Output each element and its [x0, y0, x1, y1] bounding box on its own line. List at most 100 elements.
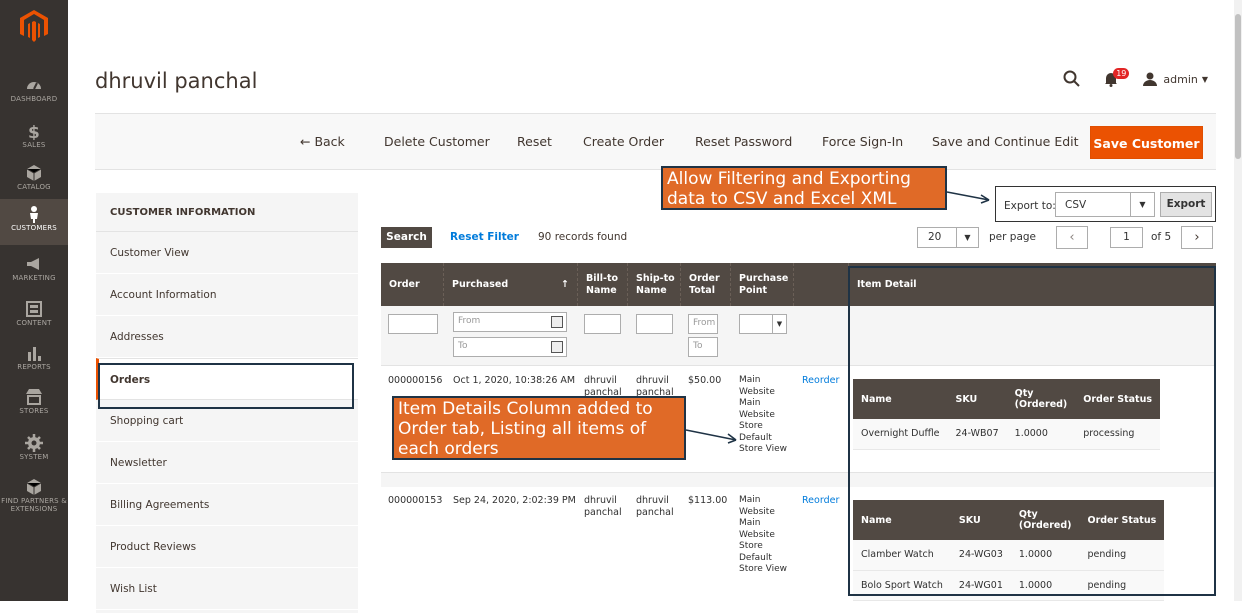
- create-order-button[interactable]: Create Order: [583, 134, 664, 149]
- tab-addresses[interactable]: Addresses: [96, 316, 358, 358]
- reorder-link[interactable]: Reorder: [802, 375, 839, 387]
- row-spacer: [381, 473, 1216, 487]
- column-purchase-point[interactable]: Purchase Point: [731, 263, 794, 306]
- reset-password-button[interactable]: Reset Password: [695, 134, 792, 149]
- nav-stores[interactable]: STORES: [0, 382, 68, 428]
- nav-label: FIND PARTNERS & EXTENSIONS: [1, 497, 67, 513]
- chevron-down-icon: ▼: [1201, 74, 1208, 84]
- reset-button[interactable]: Reset: [517, 134, 552, 149]
- purchase-point: Main Website Main Website Store Default …: [739, 375, 788, 454]
- item-sku: 24-WG01: [950, 570, 1011, 601]
- force-signin-button[interactable]: Force Sign-In: [822, 134, 903, 149]
- nav-content[interactable]: CONTENT: [0, 294, 68, 340]
- notifications-button[interactable]: 19: [1103, 67, 1130, 87]
- detail-col-qty: Qty (Ordered): [1014, 388, 1068, 410]
- nav-reports[interactable]: REPORTS: [0, 338, 68, 384]
- item-name: Clamber Watch: [853, 540, 951, 571]
- nav-customers[interactable]: CUSTOMERS: [0, 199, 68, 245]
- nav-partners[interactable]: FIND PARTNERS & EXTENSIONS: [0, 472, 68, 522]
- search-icon[interactable]: [1063, 70, 1081, 88]
- magento-logo-icon[interactable]: [20, 10, 48, 42]
- previous-page-button[interactable]: ‹: [1056, 226, 1088, 249]
- detail-col-qty: Qty (Ordered): [1018, 509, 1072, 531]
- tab-account-information[interactable]: Account Information: [96, 274, 358, 316]
- column-ship-to[interactable]: Ship-to Name: [628, 263, 681, 306]
- page-title: dhruvil panchal: [95, 69, 258, 93]
- nav-system[interactable]: SYSTEM: [0, 428, 68, 474]
- nav-label: CUSTOMERS: [11, 224, 57, 232]
- save-customer-button[interactable]: Save Customer: [1090, 126, 1203, 159]
- header-tools: 19 admin ▼: [1063, 67, 1208, 88]
- dollar-icon: $: [28, 123, 40, 140]
- delete-customer-button[interactable]: Delete Customer: [384, 134, 490, 149]
- column-action: [794, 263, 849, 306]
- ship-to-filter-input[interactable]: [636, 314, 673, 334]
- tab-customer-view[interactable]: Customer View: [96, 232, 358, 274]
- reset-filter-link[interactable]: Reset Filter: [450, 231, 519, 243]
- chevron-right-icon: ›: [1194, 230, 1200, 245]
- search-button[interactable]: Search: [381, 227, 432, 248]
- item-qty: 1.0000: [1006, 419, 1076, 450]
- bill-to-filter-input[interactable]: [584, 314, 621, 334]
- tab-billing-agreements[interactable]: Billing Agreements: [96, 484, 358, 526]
- purchased-from-input[interactable]: From: [453, 312, 567, 332]
- ship-to-name: dhruvil panchal: [636, 495, 674, 518]
- to-placeholder: To: [458, 341, 468, 351]
- callout-arrow-icon: [685, 429, 737, 444]
- scrollbar-thumb[interactable]: [1235, 14, 1241, 159]
- column-purchased[interactable]: Purchased ↑: [444, 263, 578, 306]
- nav-marketing[interactable]: MARKETING: [0, 249, 68, 295]
- calendar-icon[interactable]: [551, 316, 563, 328]
- item-sku: 24-WB07: [947, 419, 1007, 450]
- page-number-input[interactable]: 1: [1110, 227, 1143, 248]
- chevron-left-icon: ‹: [1069, 230, 1075, 245]
- purchased-to-input[interactable]: To: [453, 337, 567, 357]
- order-total: $113.00: [688, 495, 728, 506]
- tab-newsletter[interactable]: Newsletter: [96, 442, 358, 484]
- column-item-detail: Item Detail: [857, 278, 917, 290]
- purchase-point-select[interactable]: ▼: [739, 314, 787, 334]
- export-panel: Export to: CSV ▼ Export: [995, 186, 1216, 222]
- export-button[interactable]: Export: [1160, 192, 1212, 217]
- calendar-icon[interactable]: [551, 341, 563, 353]
- tab-shopping-cart[interactable]: Shopping cart: [96, 400, 358, 442]
- nav-dashboard[interactable]: DASHBOARD: [0, 70, 68, 116]
- nav-label: MARKETING: [12, 274, 56, 282]
- layout-icon: [26, 301, 42, 317]
- from-placeholder: From: [693, 318, 716, 328]
- export-format-value: CSV: [1065, 199, 1087, 211]
- order-filter-input[interactable]: [388, 314, 438, 334]
- order-id: 000000153: [388, 495, 443, 506]
- storefront-icon: [26, 389, 42, 405]
- admin-user-menu[interactable]: admin ▼: [1143, 72, 1208, 86]
- per-page-value: 20: [928, 231, 942, 243]
- item-name: Overnight Duffle: [853, 419, 948, 450]
- next-page-button[interactable]: ›: [1181, 226, 1213, 249]
- export-format-select[interactable]: CSV ▼: [1055, 192, 1155, 217]
- total-to-input[interactable]: To: [688, 337, 718, 357]
- column-purchased-label: Purchased: [452, 278, 509, 290]
- column-order-total[interactable]: Order Total: [681, 263, 731, 306]
- admin-username: admin: [1163, 72, 1198, 86]
- person-icon: [30, 206, 38, 223]
- tab-wish-list[interactable]: Wish List: [96, 568, 358, 610]
- save-continue-button[interactable]: Save and Continue Edit: [932, 134, 1079, 149]
- filter-row: From To From To ▼: [381, 306, 1216, 366]
- page-actions-bar: ← Back Delete Customer Reset Create Orde…: [95, 113, 1216, 170]
- tab-product-reviews[interactable]: Product Reviews: [96, 526, 358, 568]
- item-detail-row: Clamber Watch 24-WG03 1.0000 pending: [853, 540, 1165, 571]
- from-placeholder: From: [458, 316, 481, 326]
- back-button[interactable]: ← Back: [300, 134, 345, 149]
- user-icon: [1143, 72, 1158, 86]
- detail-col-sku: SKU: [955, 393, 978, 405]
- nav-catalog[interactable]: CATALOG: [0, 158, 68, 204]
- total-from-input[interactable]: From: [688, 314, 718, 334]
- column-order[interactable]: Order: [381, 263, 444, 306]
- reorder-link[interactable]: Reorder: [802, 495, 839, 507]
- page-scrollbar[interactable]: [1234, 0, 1242, 601]
- per-page-select[interactable]: 20 ▼: [917, 227, 979, 248]
- nav-label: CATALOG: [17, 183, 51, 191]
- tab-orders[interactable]: Orders: [96, 358, 358, 400]
- column-bill-to[interactable]: Bill-to Name: [578, 263, 628, 306]
- nav-sales[interactable]: $ SALES: [0, 116, 68, 162]
